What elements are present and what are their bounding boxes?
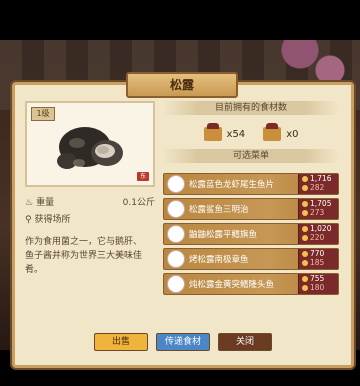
coin-icon — [302, 260, 308, 266]
dish-icon — [167, 250, 185, 268]
recipe-prices: 1,716 282 — [298, 174, 338, 194]
weight-label-wrap: ♨ 重量 — [25, 195, 54, 208]
recipe-name: 炖松露金黄突鳍隆头鱼 — [189, 280, 275, 290]
ingredient-info-panel: 1级 东 ♨ 重量 0.1公斤 ⚲ 获得场所 作为食用菌之一，它与鹅肝、鱼子酱并称… — [25, 101, 155, 277]
recipe-prices: 1,020 220 — [298, 224, 338, 244]
price-row: 770 — [302, 249, 338, 258]
recipe-item[interactable]: 鼬鼬松露平鳍旗鱼 1,020 220 — [163, 223, 339, 245]
price-row: 755 — [302, 274, 338, 283]
dialog-title: 松露 — [126, 72, 238, 98]
weight-value: 0.1公斤 — [122, 198, 155, 208]
source-label: 获得场所 — [34, 215, 71, 225]
coin-icon — [302, 251, 308, 257]
price-row: 1,020 — [302, 224, 338, 233]
price-secondary: 185 — [310, 258, 325, 267]
owned-counts: x54 x0 — [163, 119, 339, 149]
recipe-list: 松露蓝色龙虾尾生鱼片 1,716 282 松露鲨鱼三明治 1,705 273 鼬… — [163, 173, 339, 295]
send-ingredient-button[interactable]: 传递食材 — [156, 333, 210, 351]
coin-icon — [302, 176, 308, 182]
recipe-item[interactable]: 炖松露金黄突鳍隆头鱼 755 180 — [163, 273, 339, 295]
price-row-secondary: 220 — [302, 233, 338, 242]
ingredient-image-frame: 1级 东 — [25, 101, 155, 187]
price-row: 1,705 — [302, 199, 338, 208]
coin-icon — [302, 210, 308, 216]
price-row-secondary: 282 — [302, 183, 338, 192]
price-primary: 1,020 — [310, 224, 332, 233]
truffle-image — [57, 127, 123, 169]
coin-icon — [302, 235, 308, 241]
owned-item-1-count: x54 — [226, 128, 246, 140]
coin-icon — [302, 185, 308, 191]
coin-icon — [302, 276, 308, 282]
ingredient-description: 作为食用菌之一，它与鹅肝、鱼子酱并称为世界三大美味佳肴。 — [25, 237, 143, 275]
coin-icon — [302, 226, 308, 232]
weight-label: 重量 — [36, 198, 55, 208]
fridge-icon — [263, 123, 282, 141]
location-pin-icon: ⚲ — [25, 215, 32, 225]
owned-item-2-count: x0 — [286, 128, 299, 140]
price-primary: 1,716 — [310, 174, 332, 183]
dish-icon — [167, 275, 185, 293]
close-button[interactable]: 关闭 — [218, 333, 272, 351]
dish-icon — [167, 175, 185, 193]
dish-icon — [167, 200, 185, 218]
owned-item-2: x0 — [263, 123, 299, 141]
weight-icon: ♨ — [25, 198, 34, 208]
ingredient-dialog: 1级 东 ♨ 重量 0.1公斤 ⚲ 获得场所 作为食用菌之一，它与鹅肝、鱼子酱并称… — [12, 82, 354, 368]
recipe-prices: 770 185 — [298, 249, 338, 269]
source-row[interactable]: ⚲ 获得场所 — [25, 212, 155, 225]
price-secondary: 220 — [310, 233, 325, 242]
recipe-name: 松露鲨鱼三明治 — [189, 205, 249, 215]
sell-button[interactable]: 出售 — [94, 333, 148, 351]
artist-seal: 东 — [137, 172, 149, 181]
recipes-header: 可选菜单 — [163, 149, 339, 163]
price-primary: 770 — [310, 249, 325, 258]
coin-icon — [302, 285, 308, 291]
price-primary: 1,705 — [310, 199, 332, 208]
price-secondary: 180 — [310, 283, 325, 292]
price-row-secondary: 185 — [302, 258, 338, 267]
storage-icon — [203, 123, 222, 141]
dialog-buttons: 出售 传递食材 关闭 — [15, 333, 351, 351]
recipe-prices: 1,705 273 — [298, 199, 338, 219]
dish-icon — [167, 225, 185, 243]
recipes-panel: 目前拥有的食材数 x54 x0 可选菜单 松露蓝色龙虾尾生鱼片 1,716 28… — [163, 101, 339, 295]
recipe-name: 松露蓝色龙虾尾生鱼片 — [189, 180, 275, 190]
price-secondary: 273 — [310, 208, 325, 217]
recipe-item[interactable]: 松露鲨鱼三明治 1,705 273 — [163, 198, 339, 220]
owned-header: 目前拥有的食材数 — [163, 101, 339, 115]
recipe-prices: 755 180 — [298, 274, 338, 294]
recipe-item[interactable]: 松露蓝色龙虾尾生鱼片 1,716 282 — [163, 173, 339, 195]
price-primary: 755 — [310, 274, 325, 283]
owned-item-1: x54 — [203, 123, 246, 141]
coin-icon — [302, 201, 308, 207]
recipe-item[interactable]: 烤松露南极章鱼 770 185 — [163, 248, 339, 270]
price-secondary: 282 — [310, 183, 325, 192]
weight-row: ♨ 重量 0.1公斤 — [25, 195, 155, 208]
recipe-name: 鼬鼬松露平鳍旗鱼 — [189, 230, 258, 240]
price-row: 1,716 — [302, 174, 338, 183]
recipe-name: 烤松露南极章鱼 — [189, 255, 249, 265]
price-row-secondary: 180 — [302, 283, 338, 292]
price-row-secondary: 273 — [302, 208, 338, 217]
